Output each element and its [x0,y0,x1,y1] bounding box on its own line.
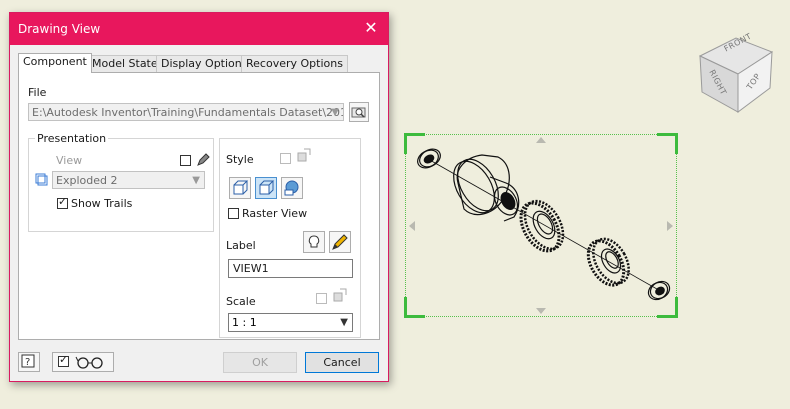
hidden-line-removed-icon [259,180,275,195]
check-icon: ✓ [59,353,69,366]
file-path-value: E:\Autodesk Inventor\Training\Fundamenta… [32,106,344,119]
style-label: Style [226,153,254,166]
help-button[interactable]: ? [18,352,40,372]
dialog-title: Drawing View [18,22,101,36]
view-preview-frame[interactable] [404,133,678,318]
hidden-line-removed-button[interactable] [255,177,277,199]
scale-link-icon [333,288,347,302]
label-caption: Label [226,239,256,252]
shaded-button[interactable] [281,177,303,199]
raster-view-label: Raster View [242,207,308,220]
presentation-icon [35,173,48,186]
viewcube[interactable]: FRONT RIGHT TOP [698,32,774,114]
presentation-legend: Presentation [35,132,109,145]
view-value: Exploded 2 [56,174,118,187]
tab-recovery-options[interactable]: Recovery Options [241,55,348,72]
browse-folder-icon [351,107,366,118]
pencil-icon [197,153,210,166]
tab-display-options[interactable]: Display Options [156,55,253,72]
scale-from-base-checkbox[interactable] [316,293,327,304]
cancel-button[interactable]: Cancel [305,352,379,373]
view-label: View [56,154,83,167]
help-icon: ? [21,354,35,368]
browse-file-button[interactable] [349,102,369,122]
pencil-icon [332,234,348,250]
file-path-combo[interactable]: E:\Autodesk Inventor\Training\Fundamenta… [28,103,344,121]
drawing-view-dialog: Drawing View ✕ Component Model State Dis… [9,12,389,382]
svg-text:?: ? [25,357,30,368]
file-label: File [28,86,47,99]
preview-checkbox[interactable]: ✓ [58,353,69,367]
scale-combo[interactable]: 1 : 1 ▼ [228,313,353,332]
tab-component[interactable]: Component [18,53,92,73]
label-input[interactable]: VIEW1 [228,259,353,278]
raster-view-checkbox[interactable] [228,208,239,219]
shaded-icon [284,180,299,196]
view-combo[interactable]: Exploded 2 ▼ [52,171,205,189]
component-tab-panel: File E:\Autodesk Inventor\Training\Funda… [18,72,380,340]
style-link-icon [297,148,311,162]
bulb-icon [308,235,320,248]
label-value: VIEW1 [233,262,269,275]
edit-label-button[interactable] [329,231,351,253]
dialog-titlebar[interactable]: Drawing View ✕ [10,13,388,45]
ok-button[interactable]: OK [223,352,297,373]
show-trails-checkbox[interactable]: ✓ [57,195,68,209]
chevron-down-icon: ▼ [340,317,348,328]
presentation-group: Presentation View Exploded 2 ▼ ✓ Show Tr… [28,132,214,232]
check-icon: ✓ [58,195,68,208]
hidden-line-icon [233,180,249,195]
chevron-down-icon: ▼ [331,107,339,118]
close-icon[interactable]: ✕ [362,18,380,38]
exploded-assembly-drawing [417,148,671,301]
scale-label: Scale [226,295,256,308]
label-visibility-button[interactable] [303,231,325,253]
style-from-base-checkbox[interactable] [280,153,291,164]
tab-model-state[interactable]: Model State [87,55,163,72]
hidden-line-button[interactable] [229,177,251,199]
show-trails-label: Show Trails [71,197,133,210]
chevron-down-icon: ▼ [192,175,200,186]
style-group: Style Raster View Label VIEW1 Scale 1: … [219,138,361,338]
scale-value: 1 : 1 [232,316,257,329]
preview-toggle-button[interactable]: ✓ [52,352,114,372]
glasses-icon [75,356,103,369]
view-checkbox[interactable] [180,155,191,166]
